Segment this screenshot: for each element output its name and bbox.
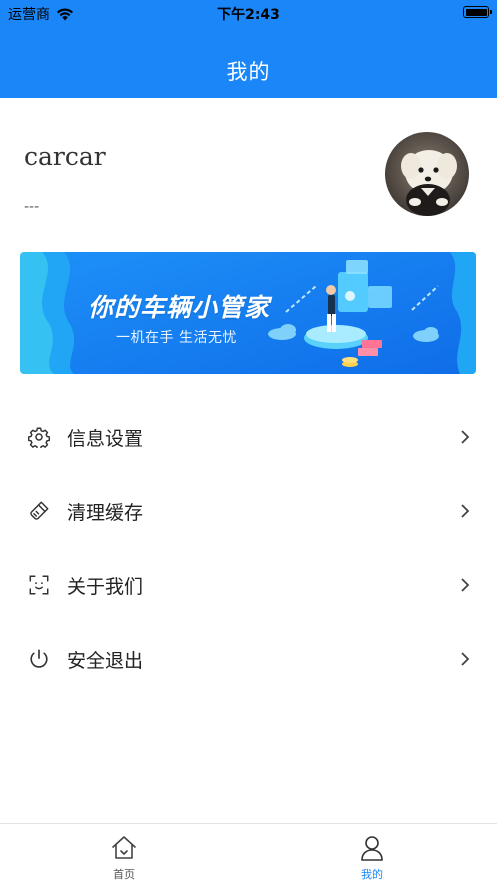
tab-label-home: 首页: [113, 868, 135, 881]
menu-label-clear-cache: 清理缓存: [67, 501, 144, 524]
power-icon: [30, 649, 48, 668]
user-icon: [361, 836, 383, 861]
menu-item-clear-cache[interactable]: 清理缓存: [0, 481, 497, 541]
menu-label-about-us: 关于我们: [67, 575, 144, 598]
status-time: 下午2:43: [217, 7, 280, 23]
menu-item-info-settings[interactable]: 信息设置: [0, 407, 497, 467]
battery-icon: [463, 6, 492, 18]
chevron-right-icon: [461, 652, 470, 666]
gear-icon: [28, 427, 50, 448]
promo-banner[interactable]: 你的车辆小管家 一机在手 生活无忧: [20, 252, 476, 374]
chevron-right-icon: [461, 578, 470, 592]
tab-home[interactable]: 首页: [74, 824, 174, 883]
avatar-dog-image: [385, 132, 469, 216]
username: carcar: [24, 142, 106, 171]
header-bar: 运营商 下午2:43 我的: [0, 0, 497, 98]
menu-label-logout: 安全退出: [67, 649, 144, 672]
broom-icon: [30, 501, 49, 520]
page-title: 我的: [226, 60, 271, 84]
home-icon: [112, 836, 136, 859]
chevron-right-icon: [461, 430, 470, 444]
chevron-right-icon: [461, 504, 470, 518]
banner-title: 你的车辆小管家: [88, 293, 271, 322]
avatar[interactable]: [385, 132, 469, 216]
user-signature: ---: [24, 199, 40, 215]
tab-label-mine: 我的: [361, 868, 383, 881]
status-bar: 运营商 下午2:43: [0, 0, 497, 26]
banner-subtitle: 一机在手 生活无忧: [116, 330, 237, 346]
menu-item-logout[interactable]: 安全退出: [0, 629, 497, 689]
profile-screen: 运营商 下午2:43 我的 carcar --- 你的车辆小管家 一机在手 生活…: [0, 0, 497, 883]
tab-mine[interactable]: 我的: [322, 824, 422, 883]
menu-item-about-us[interactable]: 关于我们: [0, 555, 497, 615]
bottom-tab-bar: 首页 我的: [0, 823, 497, 883]
face-scan-icon: [29, 575, 49, 595]
menu-label-info-settings: 信息设置: [67, 427, 144, 450]
